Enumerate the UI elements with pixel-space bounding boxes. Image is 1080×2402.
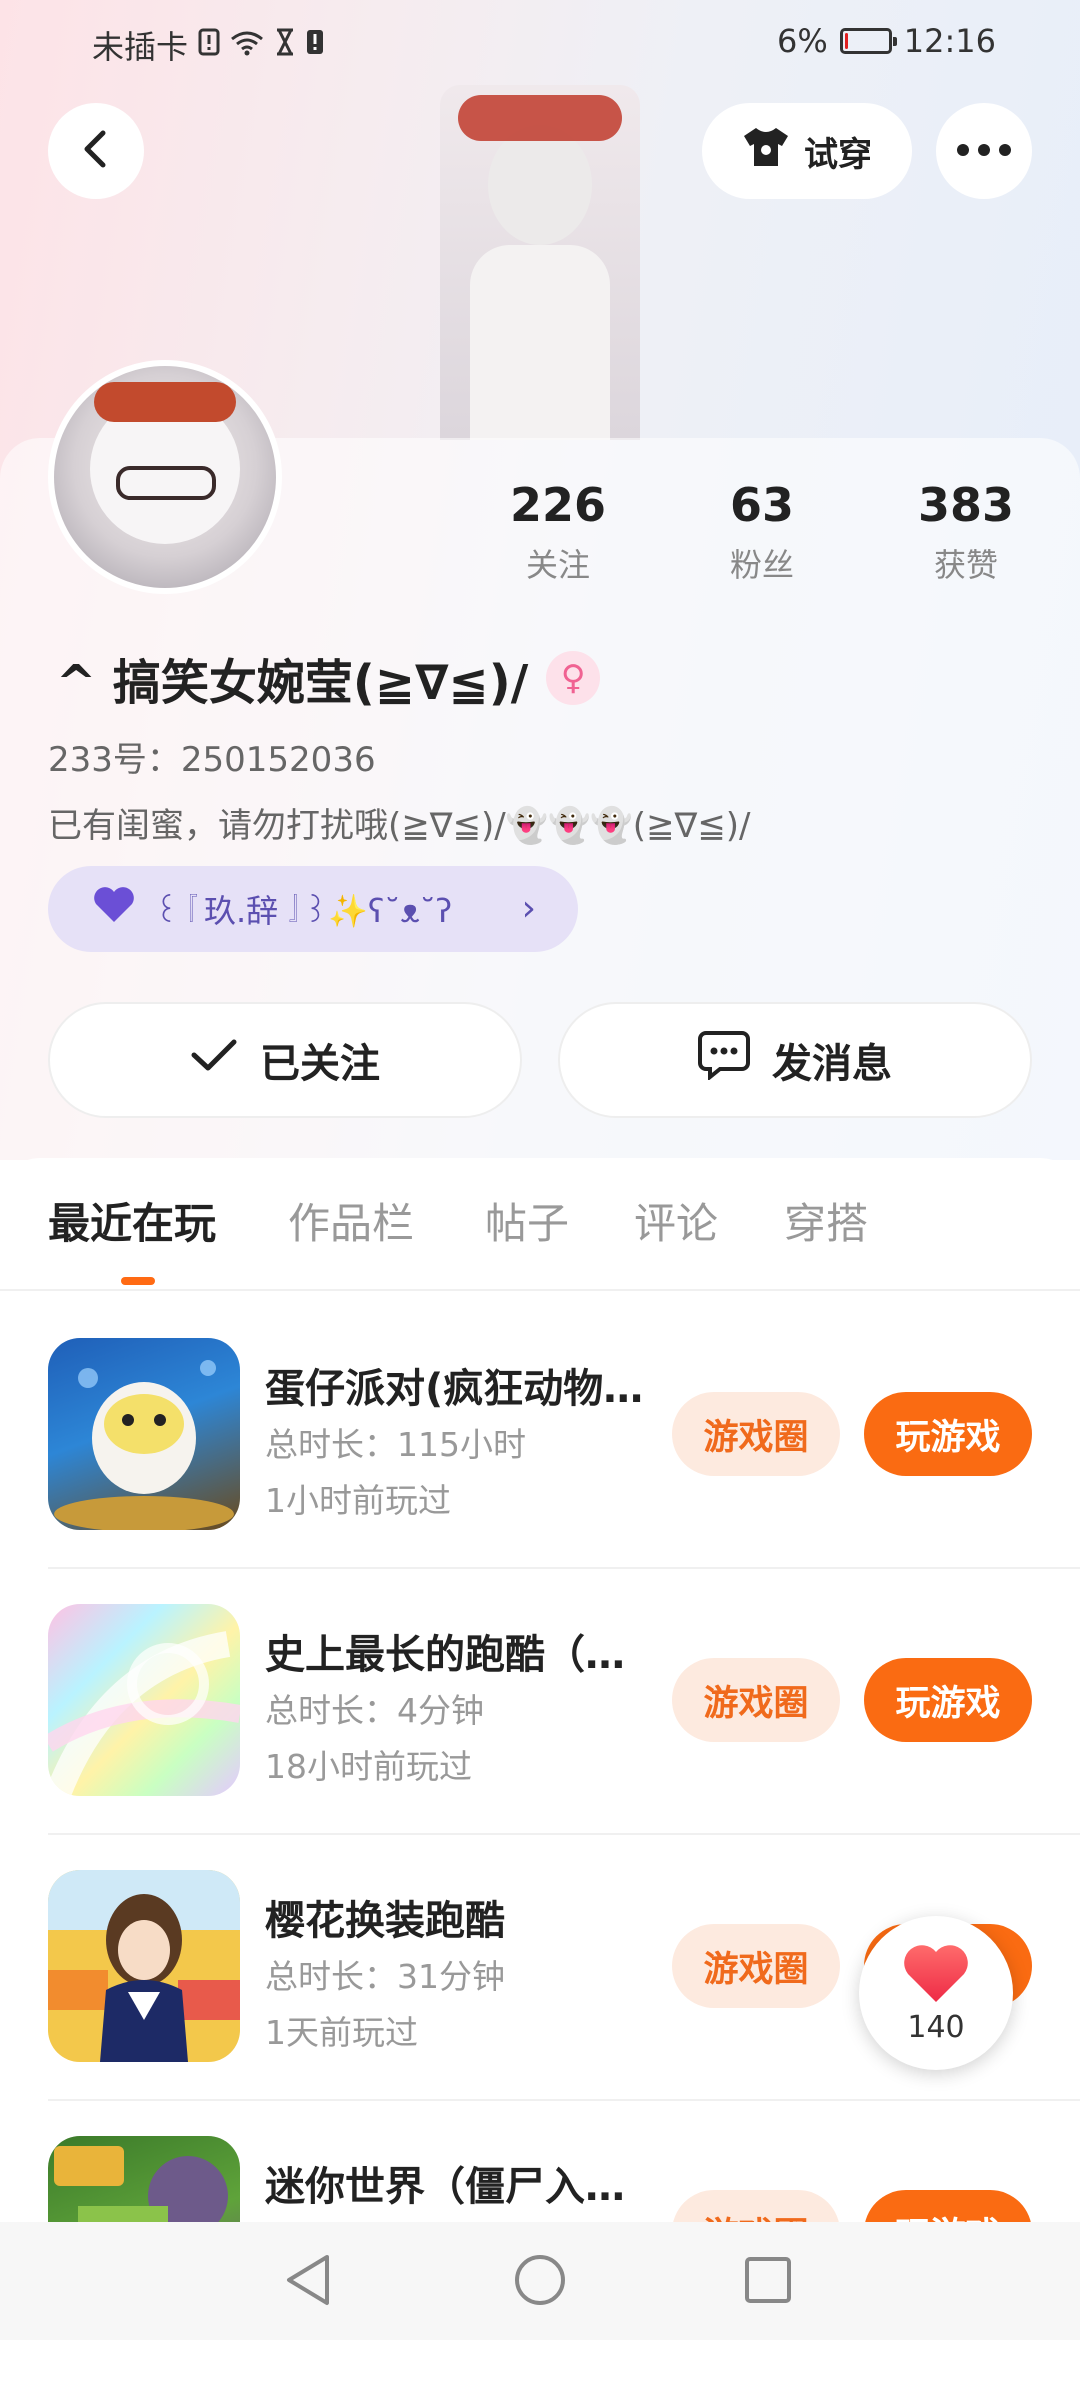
system-navigation-bar: [0, 2222, 1080, 2340]
row-divider: [48, 1833, 1080, 1835]
followed-button[interactable]: 已关注: [48, 1002, 522, 1118]
tab-outfits[interactable]: 穿搭: [784, 1190, 868, 1251]
profile-name: ^ 搞笑女婉莹(≧∇≦)/: [56, 655, 529, 711]
battery-level-fill: [844, 33, 848, 49]
nav-back-button[interactable]: [278, 2252, 338, 2312]
game-icon-sakura-parkour: [48, 1870, 240, 2062]
triangle-back-icon: [283, 2253, 333, 2311]
tab-recently-played[interactable]: 最近在玩: [48, 1190, 216, 1251]
send-message-button[interactable]: 发消息: [558, 1002, 1032, 1118]
game-duration: 总时长：4分钟: [265, 1691, 484, 1730]
nav-home-button[interactable]: [510, 2252, 570, 2312]
like-count: 140: [907, 2009, 965, 2045]
profile-name-row: ^ 搞笑女婉莹(≧∇≦)/ ♀: [56, 643, 601, 713]
figure-head: [488, 125, 592, 245]
avatar-glasses: [116, 466, 216, 500]
chevron-right-icon: ›: [521, 888, 536, 929]
female-gender-icon: ♀: [546, 651, 601, 705]
notification-alert-icon: [306, 26, 324, 64]
figure-body: [470, 245, 610, 440]
stat-following-label: 关注: [525, 546, 590, 584]
followed-label: 已关注: [260, 1041, 380, 1087]
wifi-icon: [230, 26, 264, 64]
avatar-image: [54, 366, 276, 588]
game-circle-button[interactable]: 游戏圈: [672, 1658, 840, 1742]
checkmark-icon: [190, 1037, 238, 1083]
stat-likes-label: 获赞: [933, 546, 998, 584]
game-title: 迷你世界（僵尸入…: [265, 2164, 625, 2210]
list-item[interactable]: 蛋仔派对(疯狂动物… 总时长：115小时 1小时前玩过 游戏圈 玩游戏: [0, 1338, 1080, 1604]
heart-icon: [901, 1942, 971, 2008]
stat-fans-value: 63: [729, 478, 794, 532]
send-message-label: 发消息: [772, 1041, 892, 1087]
back-button[interactable]: [48, 103, 144, 199]
like-floating-button[interactable]: 140: [859, 1916, 1013, 2070]
play-game-button[interactable]: 玩游戏: [864, 1392, 1032, 1476]
battery-icon: [839, 28, 897, 54]
row-divider: [48, 1567, 1080, 1569]
stat-following-value: 226: [509, 478, 607, 532]
game-last-played: 1小时前玩过: [265, 1481, 451, 1520]
avatar[interactable]: [48, 360, 282, 594]
tab-comments[interactable]: 评论: [634, 1190, 718, 1251]
play-game-button[interactable]: 玩游戏: [864, 1658, 1032, 1742]
guild-badge[interactable]: ꒰『玖.辞』꒱✨ʕ˘ᴥ˘ʔ ›: [48, 866, 578, 952]
game-last-played: 18小时前玩过: [265, 1747, 472, 1786]
tab-posts[interactable]: 帖子: [485, 1190, 569, 1251]
game-title: 蛋仔派对(疯狂动物…: [265, 1366, 644, 1412]
hourglass-icon: [274, 26, 296, 64]
try-on-button[interactable]: 试穿: [702, 103, 912, 199]
list-item[interactable]: 史上最长的跑酷（… 总时长：4分钟 18小时前玩过 游戏圈 玩游戏: [0, 1604, 1080, 1870]
game-circle-button[interactable]: 游戏圈: [672, 1924, 840, 2008]
figure-bow: [458, 95, 622, 141]
active-tab-indicator: [121, 1277, 155, 1285]
game-duration: 总时长：31分钟: [265, 1957, 505, 1996]
avatar-3d-figure[interactable]: [440, 85, 640, 440]
status-bar: 未插卡 6% 12:16: [0, 0, 1080, 84]
square-recents-icon: [743, 2255, 793, 2309]
tabs-divider: [0, 1289, 1080, 1291]
game-icon-eggy-party: [48, 1338, 240, 1530]
row-divider: [48, 2099, 1080, 2101]
stat-fans-label: 粉丝: [729, 546, 794, 584]
avatar-bow: [94, 382, 236, 422]
circle-home-icon: [513, 2253, 567, 2311]
stat-likes-value: 383: [917, 478, 1015, 532]
user-id: 233号：250152036: [48, 740, 376, 780]
battery-percent: 6%: [777, 22, 828, 60]
chat-bubble-icon: [698, 1030, 750, 1090]
game-last-played: 1天前玩过: [265, 2013, 418, 2052]
game-title: 史上最长的跑酷（…: [265, 1632, 625, 1678]
carrier-text: 未插卡: [92, 28, 189, 66]
game-title: 樱花换装跑酷: [265, 1898, 505, 1944]
guild-name: ꒰『玖.辞』꒱✨ʕ˘ᴥ˘ʔ: [154, 892, 453, 930]
game-circle-button[interactable]: 游戏圈: [672, 1392, 840, 1476]
stat-following[interactable]: 226 关注: [478, 478, 638, 586]
try-on-label: 试穿: [804, 134, 872, 175]
chevron-left-icon: [79, 129, 113, 173]
more-button[interactable]: [936, 103, 1032, 199]
sim-alert-icon: [198, 26, 220, 64]
game-duration: 总时长：115小时: [265, 1425, 526, 1464]
stat-likes[interactable]: 383 获赞: [886, 478, 1046, 586]
more-dots-icon: [956, 142, 1012, 161]
tab-works[interactable]: 作品栏: [288, 1190, 414, 1251]
game-icon-longest-parkour: [48, 1604, 240, 1796]
profile-bio: 已有闺蜜，请勿打扰哦(≧∇≦)/👻👻👻(≧∇≦)/: [48, 806, 751, 846]
clock-time: 12:16: [903, 22, 996, 60]
nav-recents-button[interactable]: [738, 2252, 798, 2312]
stat-fans[interactable]: 63 粉丝: [682, 478, 842, 586]
tshirt-icon: [742, 126, 790, 177]
purple-heart-icon: [90, 886, 138, 932]
